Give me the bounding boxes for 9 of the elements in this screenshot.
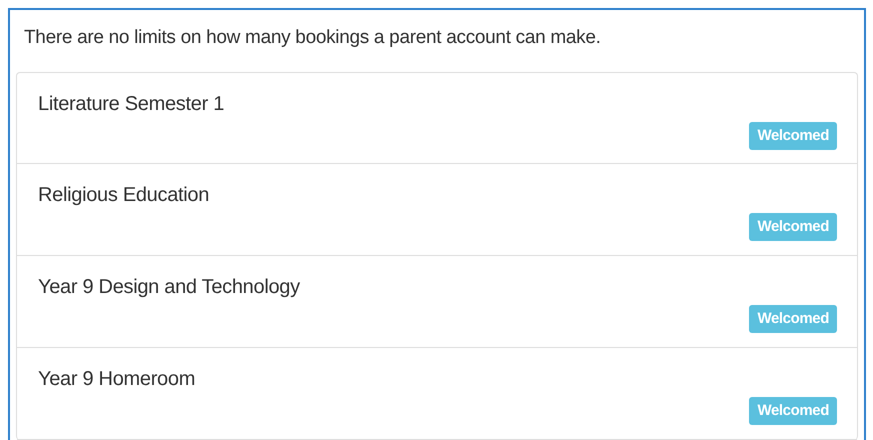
status-badge: Welcomed [749, 122, 837, 150]
status-badge: Welcomed [749, 305, 837, 333]
booking-title: Religious Education [38, 183, 210, 208]
booking-title: Year 9 Design and Technology [38, 275, 300, 300]
status-badge: Welcomed [749, 397, 837, 425]
booking-title: Literature Semester 1 [38, 92, 224, 117]
status-badge: Welcomed [749, 213, 837, 241]
booking-title: Year 9 Homeroom [38, 367, 196, 392]
notice-text: There are no limits on how many bookings a parent account can make. [24, 26, 602, 50]
